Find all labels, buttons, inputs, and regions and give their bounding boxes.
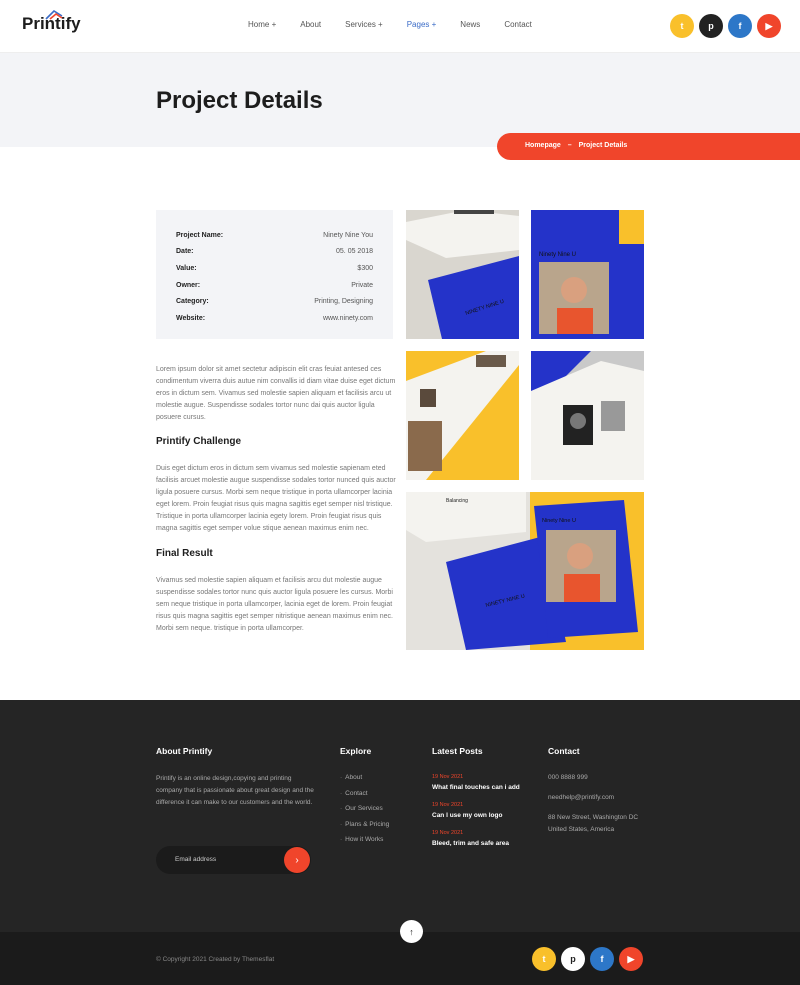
footer-link-label: Our Services <box>345 805 383 812</box>
nav-item-news[interactable]: News <box>460 20 480 29</box>
footer-explore-title: Explore <box>340 746 372 756</box>
info-value[interactable]: www.ninety.com <box>323 315 373 322</box>
cover-title-text: Ninety Nine U <box>542 518 576 524</box>
footer-address: 88 New Street, Washington DC United Stat… <box>548 814 639 833</box>
info-row: Value: $300 <box>176 260 373 277</box>
info-row: Website: www.ninety.com <box>176 310 373 327</box>
footer-link[interactable]: · Plans & Pricing <box>340 821 420 837</box>
youtube-icon[interactable]: ▶ <box>619 947 643 971</box>
nav-item-about[interactable]: About <box>300 20 321 29</box>
challenge-heading: Printify Challenge <box>156 436 242 447</box>
footer-about-title: About Printify <box>156 746 213 756</box>
page-title: Project Details <box>156 87 323 114</box>
gallery-image-4[interactable] <box>531 351 644 480</box>
subscribe-button[interactable]: › <box>284 847 310 873</box>
footer-bottom-bar: © Copyright 2021 Created by Themesflat t… <box>0 932 800 985</box>
site-header: Printify Home + About Services + Pages +… <box>0 0 800 53</box>
twitter-icon[interactable]: t <box>670 14 694 38</box>
footer-contact: Contact 000 8888 999 needhelp@printify.c… <box>548 746 648 836</box>
info-label: Category: <box>176 298 209 306</box>
info-row: Category: Printing, Designing <box>176 293 373 310</box>
book-page-text: Balancing <box>446 498 468 504</box>
footer-link[interactable]: · How it Works <box>340 836 420 852</box>
email-placeholder: Email address <box>175 856 217 863</box>
gallery-image-3[interactable] <box>406 351 519 480</box>
site-footer: About Printify Printify is an online des… <box>0 700 800 932</box>
info-label: Date: <box>176 248 194 256</box>
post-date: 19 Nov 2021 <box>432 830 464 836</box>
result-heading: Final Result <box>156 548 213 559</box>
post-title[interactable]: Bleed, trim and safe area <box>432 839 524 848</box>
info-value: Private <box>351 281 373 289</box>
post-date: 19 Nov 2021 <box>432 802 464 808</box>
footer-email[interactable]: needhelp@printify.com <box>548 792 648 804</box>
post-title[interactable]: What final touches can i add <box>432 783 524 792</box>
pinterest-icon[interactable]: p <box>561 947 585 971</box>
nav-item-services[interactable]: Services + <box>345 20 383 29</box>
footer-social-links: t p f ▶ <box>532 947 643 971</box>
info-row: Date: 05. 05 2018 <box>176 244 373 261</box>
cover-title-text: Ninety Nine U <box>539 252 576 258</box>
nav-item-pages[interactable]: Pages + <box>407 20 437 29</box>
challenge-paragraph: Duis eget dictum eros in dictum sem viva… <box>156 465 396 532</box>
footer-posts: Latest Posts 19 Nov 2021 What final touc… <box>432 746 524 858</box>
info-value: Ninety Nine You <box>323 231 373 239</box>
footer-about: About Printify Printify is an online des… <box>156 746 316 809</box>
breadcrumb-separator: – <box>567 142 572 149</box>
footer-link[interactable]: · Contact <box>340 790 420 806</box>
footer-link-label: How it Works <box>345 836 384 843</box>
info-label: Owner: <box>176 281 201 289</box>
footer-about-text: Printify is an online design,copying and… <box>156 775 314 806</box>
project-info-box: Project Name: Ninety Nine You Date: 05. 05… <box>156 210 393 339</box>
footer-link-label: Contact <box>345 789 368 797</box>
chevron-right-icon: › <box>295 854 299 866</box>
info-value: $300 <box>357 264 373 272</box>
footer-link-label: About <box>345 774 363 781</box>
header-social-links: t p f ▶ <box>670 14 781 38</box>
youtube-icon[interactable]: ▶ <box>757 14 781 38</box>
footer-link[interactable]: · Our Services <box>340 805 420 821</box>
info-value: Printing, Designing <box>314 298 373 306</box>
page: Printify Home + About Services + Pages +… <box>0 0 800 985</box>
main-nav: Home + About Services + Pages + News Con… <box>248 20 556 29</box>
gallery-image-2[interactable]: Ninety Nine U <box>531 210 644 339</box>
scroll-to-top-button[interactable]: ↑ <box>400 920 423 943</box>
arrow-up-icon: ↑ <box>409 926 414 937</box>
copyright-text: © Copyright 2021 Created by Themesflat <box>156 956 275 963</box>
pinterest-icon[interactable]: p <box>699 14 723 38</box>
logo[interactable]: Printify <box>22 10 81 34</box>
post-title[interactable]: Can I use my own logo <box>432 811 524 820</box>
footer-contact-title: Contact <box>548 746 580 756</box>
footer-posts-title: Latest Posts <box>432 746 483 756</box>
logo-mark-icon <box>45 10 63 20</box>
info-value: 05. 05 2018 <box>336 248 373 256</box>
info-label: Project Name: <box>176 231 224 239</box>
info-label: Value: <box>176 264 197 272</box>
breadcrumb: Homepage – Project Details <box>497 133 800 160</box>
info-label: Website: <box>176 314 206 322</box>
post-date: 19 Nov 2021 <box>432 774 464 780</box>
nav-item-home[interactable]: Home + <box>248 20 276 29</box>
intro-paragraph: Lorem ipsum dolor sit amet sectetur adip… <box>156 366 396 421</box>
facebook-icon[interactable]: f <box>590 947 614 971</box>
footer-explore: Explore · About · Contact · Our Services · P… <box>340 746 420 852</box>
newsletter-email-input[interactable]: Email address › <box>156 846 311 874</box>
footer-phone[interactable]: 000 8888 999 <box>548 772 648 784</box>
breadcrumb-home[interactable]: Homepage <box>525 142 561 149</box>
breadcrumb-current: Project Details <box>578 142 628 149</box>
result-paragraph: Vivamus sed molestie sapien aliquam et f… <box>156 577 393 632</box>
footer-link-label: Plans & Pricing <box>345 820 390 828</box>
info-row: Owner: Private <box>176 277 373 294</box>
info-row: Project Name: Ninety Nine You <box>176 227 373 244</box>
nav-item-contact[interactable]: Contact <box>504 20 532 29</box>
facebook-icon[interactable]: f <box>728 14 752 38</box>
gallery-image-1[interactable]: NINETY NINE U <box>406 210 519 339</box>
twitter-icon[interactable]: t <box>532 947 556 971</box>
gallery-image-5[interactable]: Balancing NINETY NINE U Ninety Nine U <box>406 492 644 650</box>
footer-link[interactable]: · About <box>340 774 420 790</box>
